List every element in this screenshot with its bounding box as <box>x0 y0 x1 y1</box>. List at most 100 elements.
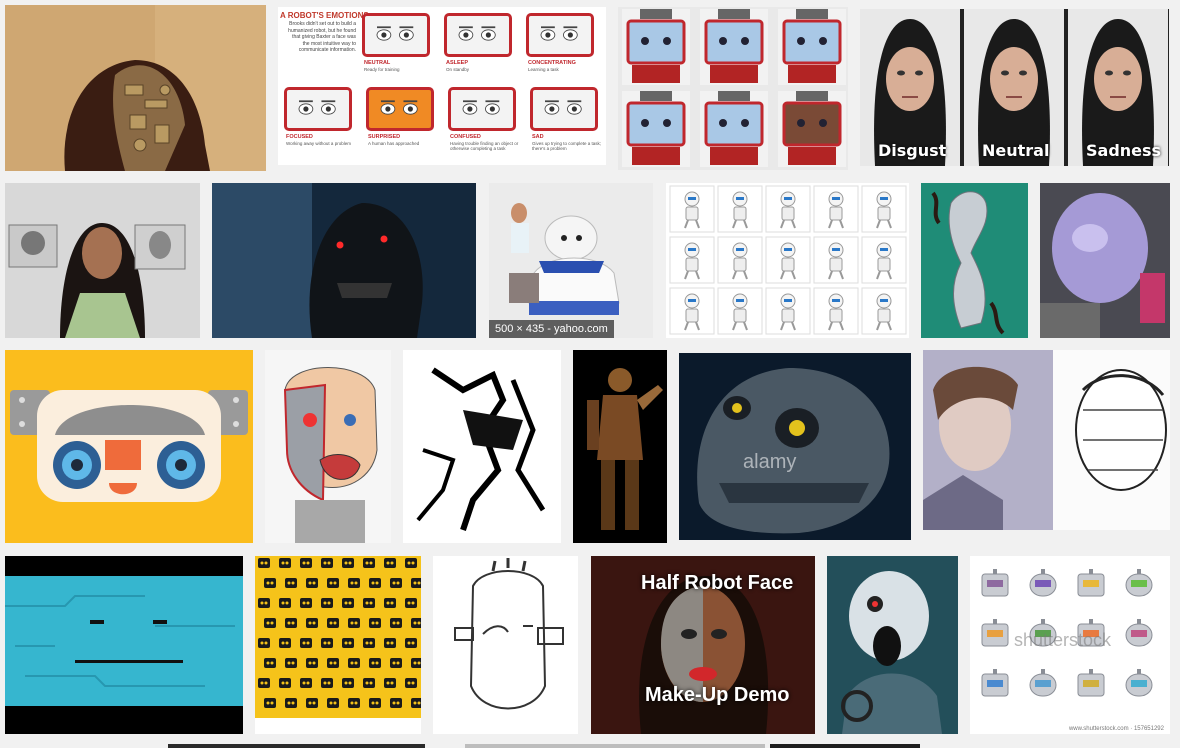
emotion-face-concentrating: CONCENTRATING Learning a task <box>526 13 598 83</box>
pose-body <box>781 206 795 221</box>
image-result-10[interactable] <box>1040 183 1170 338</box>
pattern-robot-icon <box>285 578 297 588</box>
pattern-eye <box>323 641 327 645</box>
image-result-11[interactable] <box>5 350 253 543</box>
image-result-13[interactable] <box>403 350 561 543</box>
image-result-7[interactable]: 500 × 435 - yahoo.com <box>489 183 653 338</box>
image-result-24[interactable] <box>465 744 765 748</box>
image-result-23[interactable] <box>168 744 425 748</box>
face-screen <box>448 87 516 131</box>
pattern-robot-icon <box>285 618 297 628</box>
pattern-eye <box>329 701 333 705</box>
pattern-robot-icon <box>279 638 291 648</box>
pattern-robot-icon <box>390 578 402 588</box>
pose-visor <box>880 299 888 302</box>
emoticon-robot-eyes <box>1083 580 1099 587</box>
pattern-robot-icon <box>300 638 312 648</box>
pattern-eye <box>392 661 396 665</box>
pattern-robot-icon <box>264 698 276 708</box>
image-result-4[interactable]: Disgust Neutral Sadness <box>860 9 1169 166</box>
pattern-eye <box>285 641 289 645</box>
pattern-eye <box>306 601 310 605</box>
pattern-eye <box>390 561 394 565</box>
pattern-eye <box>386 601 390 605</box>
pattern-eye <box>348 681 352 685</box>
pose-visor <box>832 299 840 302</box>
pattern-eye <box>407 601 411 605</box>
pattern-eye <box>354 701 358 705</box>
pattern-eye <box>260 641 264 645</box>
pattern-eye <box>369 561 373 565</box>
pattern-robot-icon <box>300 598 312 608</box>
emotion-state-description: Working away without a problem <box>286 141 351 146</box>
image-result-6[interactable] <box>212 183 476 338</box>
pattern-eye <box>266 581 270 585</box>
pattern-eye <box>348 601 352 605</box>
woman-and-robot-drawing <box>923 350 1170 530</box>
baxter-eye <box>741 37 749 45</box>
image-result-9[interactable] <box>921 183 1028 338</box>
image-result-22[interactable]: shutterstock www.shutterstock.com · 1576… <box>970 556 1170 734</box>
pattern-robot-icon <box>327 698 339 708</box>
image-result-1[interactable] <box>5 5 266 171</box>
android-eye <box>1019 70 1027 76</box>
image-result-14[interactable] <box>573 350 667 543</box>
pattern-robot-icon <box>405 638 417 648</box>
baxter-eye <box>719 37 727 45</box>
baxter-head-top <box>718 9 750 19</box>
video-subtitle: Make-Up Demo <box>645 684 790 706</box>
emoticon-robot-eyes <box>1035 580 1051 587</box>
image-result-12[interactable] <box>265 350 391 543</box>
pattern-eye <box>260 601 264 605</box>
robot-head-line-drawing <box>433 556 578 734</box>
pattern-eye <box>333 621 337 625</box>
pattern-eye <box>291 581 295 585</box>
android-face <box>886 47 934 111</box>
image-result-2[interactable]: A ROBOT'S EMOTIONS Brooks didn't set out… <box>278 7 606 165</box>
pattern-robot-icon <box>390 698 402 708</box>
pattern-eye <box>354 581 358 585</box>
baxter-screen <box>782 19 842 65</box>
pattern-eye <box>417 701 421 705</box>
pattern-eye <box>392 621 396 625</box>
pattern-robot-icon <box>342 558 354 568</box>
image-result-15[interactable]: alamy <box>679 353 911 540</box>
image-result-16[interactable] <box>923 350 1170 530</box>
pattern-eye <box>396 581 400 585</box>
pattern-eye <box>308 661 312 665</box>
emoticon-robot-eyes <box>1035 680 1051 687</box>
pattern-eye <box>270 661 274 665</box>
pattern-eye <box>285 561 289 565</box>
image-result-8[interactable] <box>666 183 909 338</box>
pattern-eye <box>344 681 348 685</box>
android-eye <box>1001 70 1009 76</box>
image-result-25[interactable] <box>770 744 920 748</box>
stock-footer: www.shutterstock.com · 157651292 <box>1068 726 1164 732</box>
pattern-eye <box>260 561 264 565</box>
pattern-eye <box>308 621 312 625</box>
pattern-robot-icon <box>348 698 360 708</box>
pose-visor <box>736 197 744 200</box>
image-result-21[interactable] <box>827 556 958 734</box>
pattern-eye <box>270 701 274 705</box>
image-result-20[interactable]: Half Robot Face Make-Up Demo <box>591 556 815 734</box>
image-result-18[interactable] <box>255 556 421 734</box>
face-screen <box>526 13 594 57</box>
image-result-17[interactable] <box>5 556 243 734</box>
pattern-eye <box>354 621 358 625</box>
image-result-5[interactable] <box>5 183 200 338</box>
emoticon-robot-antenna <box>1137 669 1141 674</box>
emoticon-robot-eyes <box>987 630 1003 637</box>
emoticon-robot-antenna <box>1041 669 1045 674</box>
image-result-19[interactable] <box>433 556 578 734</box>
pattern-eye <box>365 681 369 685</box>
pattern-eye <box>407 561 411 565</box>
pattern-robot-icon <box>348 658 360 668</box>
pattern-eye <box>350 661 354 665</box>
white-robot-poses-grid <box>669 185 907 335</box>
pattern-eye <box>270 621 274 625</box>
pattern-robot-icon <box>369 698 381 708</box>
pattern-eye <box>348 641 352 645</box>
pattern-eye <box>375 581 379 585</box>
image-result-3[interactable] <box>618 7 848 170</box>
